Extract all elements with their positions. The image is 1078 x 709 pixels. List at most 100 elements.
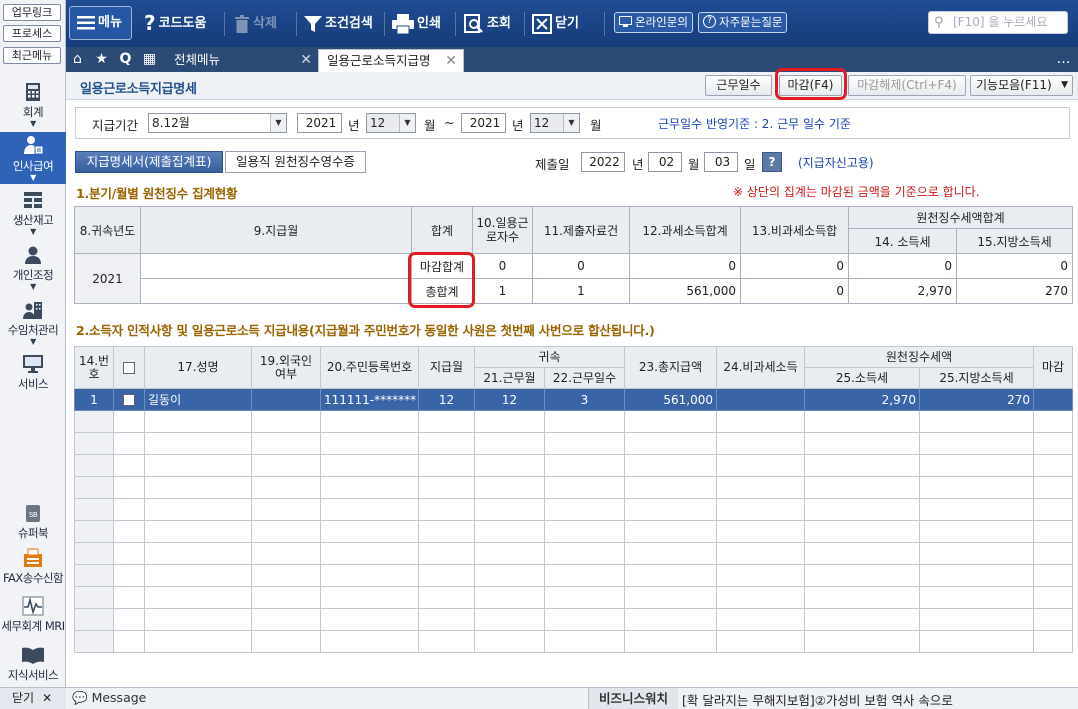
calendar-icon[interactable]: ▦ [138,47,161,72]
close-button[interactable]: 닫기 [532,0,579,47]
empty-row[interactable] [74,476,1073,499]
empty-row[interactable] [74,498,1073,521]
lookup-button[interactable]: 조회 [464,0,511,47]
empty-cell [418,630,475,653]
empty-cell [624,498,717,521]
empty-cell [474,564,545,587]
nav-item-knowledge[interactable]: 지식서비스 [0,645,66,685]
chevron-down-icon: ▼ [563,114,579,132]
cell-income-tax: 2,970 [804,388,920,411]
star-icon[interactable]: ★ [90,47,113,72]
empty-row[interactable] [74,454,1073,477]
help-circle-icon: ? [703,15,716,28]
submit-year-input[interactable]: 2022 [581,152,625,172]
tab-all-menu[interactable]: 전체메뉴 ✕ [166,49,318,72]
more-icon[interactable]: … [1052,47,1075,72]
submit-year-unit: 년 [632,157,644,172]
quick-search-icon[interactable]: Q [114,47,137,72]
close-icon[interactable]: ✕ [300,49,312,71]
home-icon[interactable]: ⌂ [66,47,89,72]
tab-withholding-receipt[interactable]: 일용직 원천징수영수증 [225,151,366,173]
empty-cell [624,410,717,433]
select-all-checkbox[interactable] [113,346,145,389]
toolbar-separator [296,12,297,36]
rail-close-button[interactable]: 닫기 ✕ [0,687,66,709]
chevron-down-icon: ▼ [270,114,286,132]
recent-menu-button[interactable]: 최근메뉴 [3,47,61,64]
online-inquiry-button[interactable]: 온라인문의 [614,12,693,33]
cell-workers: 1 [472,278,533,304]
empty-row[interactable] [74,564,1073,587]
empty-row[interactable] [74,410,1073,433]
nav-item-personal-adjust[interactable]: 개인조정 ▼ [0,243,66,295]
empty-cell [716,498,805,521]
col-header: 합계 [411,206,473,254]
nav-item-hr-payroll[interactable]: 인사급여 ▼ [0,132,66,184]
cell-local-tax: 270 [955,278,1074,304]
submit-month-input[interactable]: 02 [648,152,682,172]
checkbox-icon [123,361,135,374]
nav-label: 회계 [22,105,44,119]
nav-item-fax[interactable]: FAX송수신함 [0,548,66,588]
empty-cell [716,476,805,499]
cell-nontax: 0 [740,278,849,304]
empty-row[interactable] [74,630,1073,653]
empty-cell [544,410,625,433]
col-header: 24.비과세소득 [716,346,805,389]
code-help-button[interactable]: ? 코드도움 [144,0,206,47]
nav-item-client-mgmt[interactable]: 수임처관리 ▼ [0,298,66,350]
work-days-button[interactable]: 근무일수 [705,75,772,96]
empty-row[interactable] [74,608,1073,631]
cell-closed [1033,388,1073,411]
empty-row[interactable] [74,586,1073,609]
submit-day-input[interactable]: 03 [704,152,738,172]
cell-nontax: 0 [740,253,849,279]
nav-item-superbook[interactable]: SB 슈퍼북 [0,503,66,543]
empty-cell [919,432,1034,455]
nav-item-service[interactable]: 서비스 [0,352,66,392]
highlight-box [408,252,475,308]
menu-button[interactable]: 메뉴 [69,6,132,40]
nav-item-accounting[interactable]: 회계 ▼ [0,80,66,132]
checkbox-icon [123,394,135,406]
year-from-input[interactable]: 2021 [297,113,342,133]
message-button[interactable]: 💬 Message [72,690,146,706]
month-from-select[interactable]: 12 ▼ [366,113,416,133]
news-ticker[interactable]: [확 달라지는 무해지보험]②가성비 보험 역사 속으로 [682,690,953,709]
cell-name: 길동이 [144,388,252,411]
delete-button[interactable]: 삭제 [234,0,277,47]
empty-row[interactable] [74,520,1073,543]
empty-cell [919,586,1034,609]
year-to-input[interactable]: 2021 [461,113,506,133]
row-checkbox[interactable] [113,388,145,411]
unclose-button[interactable]: 마감해제(Ctrl+F4) [848,75,966,96]
quick-link-button[interactable]: 업무링크 [3,4,61,21]
col-header: 원천징수세액 [804,346,1034,368]
table-row[interactable]: 1 길동이 111111-******* 12 12 3 561,000 2,970 270 [74,388,1073,411]
empty-row[interactable] [74,432,1073,455]
empty-cell [624,608,717,631]
faq-button[interactable]: ? 자주묻는질문 [698,12,788,33]
nav-item-mri[interactable]: 세무회계 MRI [0,596,66,636]
help-icon[interactable]: ? [762,152,782,172]
empty-cell [251,432,321,455]
empty-row[interactable] [74,542,1073,565]
global-search-input[interactable]: ⚲ [F10] 을 누르세요 [928,11,1068,34]
col-header: 10.일용근로자수 [472,206,533,254]
close-icon[interactable]: ✕ [445,50,457,72]
detail-table: 14.번호 17.성명 19.외국인여부 20.주민등록번호 지급월 귀속 23.총지급액 2… [74,346,1073,653]
period-select[interactable]: 8.12월 ▼ [148,113,287,133]
empty-cell [418,454,475,477]
functions-button[interactable]: 기능모음(F11) ▼ [970,75,1073,96]
trash-icon [235,14,249,33]
empty-cell [1033,454,1073,477]
empty-cell [113,630,145,653]
filter-search-button[interactable]: 조건검색 [304,0,373,47]
tab-statement-summary[interactable]: 지급명세서(제출집계표) [75,151,223,173]
tab-daily-income[interactable]: 일용근로소득지급명 ✕ [318,49,464,72]
process-button[interactable]: 프로세스 [3,25,61,42]
print-button[interactable]: 인쇄 [392,0,441,47]
month-to-select[interactable]: 12 ▼ [530,113,580,133]
nav-item-production[interactable]: 생산재고 ▼ [0,188,66,240]
empty-cell [804,454,920,477]
